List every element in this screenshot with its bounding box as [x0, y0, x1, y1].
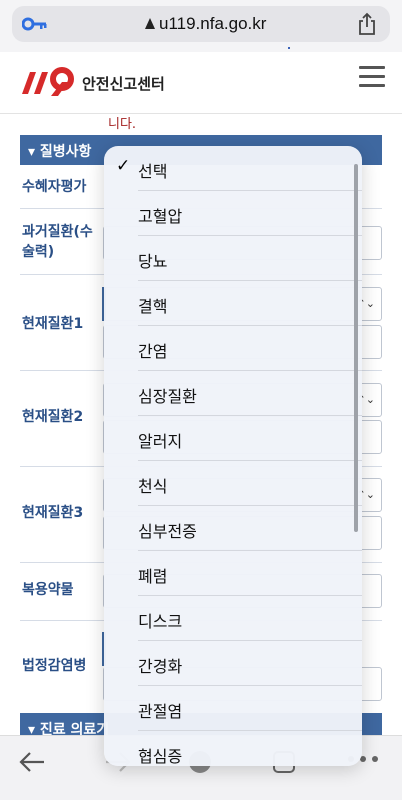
dropdown-option[interactable]: 관절염	[104, 686, 362, 731]
illness-picker-dropdown[interactable]: ✓ 선택 고혈압 당뇨 결핵 간염 심장질환 알러지 천식 심부전증 폐렴 디스크…	[104, 146, 362, 766]
key-icon[interactable]	[22, 15, 48, 33]
address-bar[interactable]: u119.nfa.go.kr	[12, 6, 390, 42]
progress-dot	[288, 47, 290, 49]
section-title: 질병사항	[39, 144, 92, 160]
checkmark-icon: ✓	[116, 156, 131, 176]
dropdown-option[interactable]: 천식	[104, 461, 362, 506]
row-label-medication: 복용약물	[22, 582, 74, 598]
back-arrow-icon[interactable]	[18, 750, 46, 774]
dropdown-option[interactable]: 폐렴	[104, 551, 362, 596]
dropdown-option[interactable]: 심부전증	[104, 506, 362, 551]
dropdown-option[interactable]: 결핵	[104, 281, 362, 326]
warning-text: 니다.	[108, 117, 137, 132]
dropdown-option[interactable]: 알러지	[104, 416, 362, 461]
row-label-current-2: 현재질환2	[22, 409, 84, 425]
site-brand[interactable]: 안전신고센터	[82, 73, 165, 94]
dropdown-option[interactable]: 심장질환	[104, 371, 362, 416]
share-icon[interactable]	[356, 12, 378, 36]
lock-icon	[145, 18, 155, 29]
dropdown-scrollbar[interactable]	[354, 164, 358, 532]
dropdown-option[interactable]: 협심증	[104, 731, 362, 766]
dropdown-option[interactable]: 간경화	[104, 641, 362, 686]
dropdown-option[interactable]: 고혈압	[104, 191, 362, 236]
dropdown-option[interactable]: 디스크	[104, 596, 362, 641]
row-label-past-illness: 과거질환(수 술력)	[22, 224, 93, 260]
menu-icon[interactable]	[359, 66, 385, 88]
dropdown-option[interactable]: ✓ 선택	[104, 146, 362, 191]
119-logo-icon[interactable]	[18, 66, 78, 98]
row-label-current-1: 현재질환1	[22, 316, 84, 332]
url-text[interactable]: u119.nfa.go.kr	[159, 14, 266, 34]
row-label-evaluation: 수혜자평가	[22, 179, 87, 195]
browser-address-area: u119.nfa.go.kr	[0, 0, 402, 52]
row-label-infectious: 법정감염병	[22, 658, 87, 674]
site-header: 안전신고센터	[0, 52, 402, 114]
dropdown-option[interactable]: 당뇨	[104, 236, 362, 281]
row-label-current-3: 현재질환3	[22, 505, 84, 521]
dropdown-option[interactable]: 간염	[104, 326, 362, 371]
